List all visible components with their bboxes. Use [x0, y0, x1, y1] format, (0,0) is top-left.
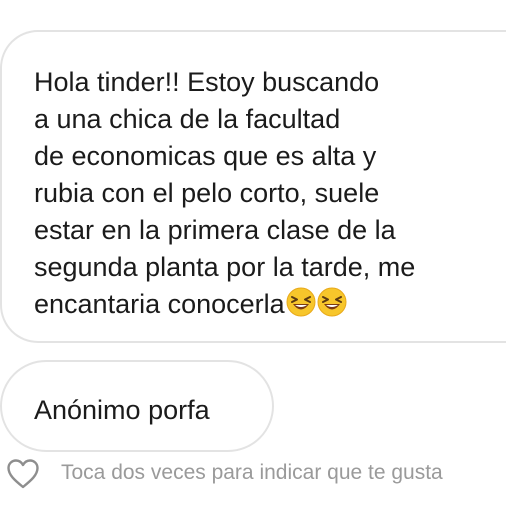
like-hint-row: Toca dos veces para indicar que te gusta: [0, 454, 506, 494]
message-bubble[interactable]: Hola tinder!! Estoy buscando a una chica…: [0, 30, 506, 343]
grinning-squinting-face-emoji: [286, 287, 316, 317]
direct-message-thread: Hola tinder!! Estoy buscando a una chica…: [0, 0, 506, 506]
like-hint-text: Toca dos veces para indicar que te gusta: [61, 461, 443, 484]
message-text: Hola tinder!! Estoy buscando a una chica…: [34, 64, 492, 323]
message-body: Hola tinder!! Estoy buscando a una chica…: [34, 67, 416, 319]
grinning-squinting-face-emoji: [317, 287, 347, 317]
heart-outline-icon[interactable]: [5, 456, 41, 492]
message-text: Anónimo porfa: [34, 395, 210, 425]
message-bubble[interactable]: Anónimo porfa: [0, 360, 274, 452]
